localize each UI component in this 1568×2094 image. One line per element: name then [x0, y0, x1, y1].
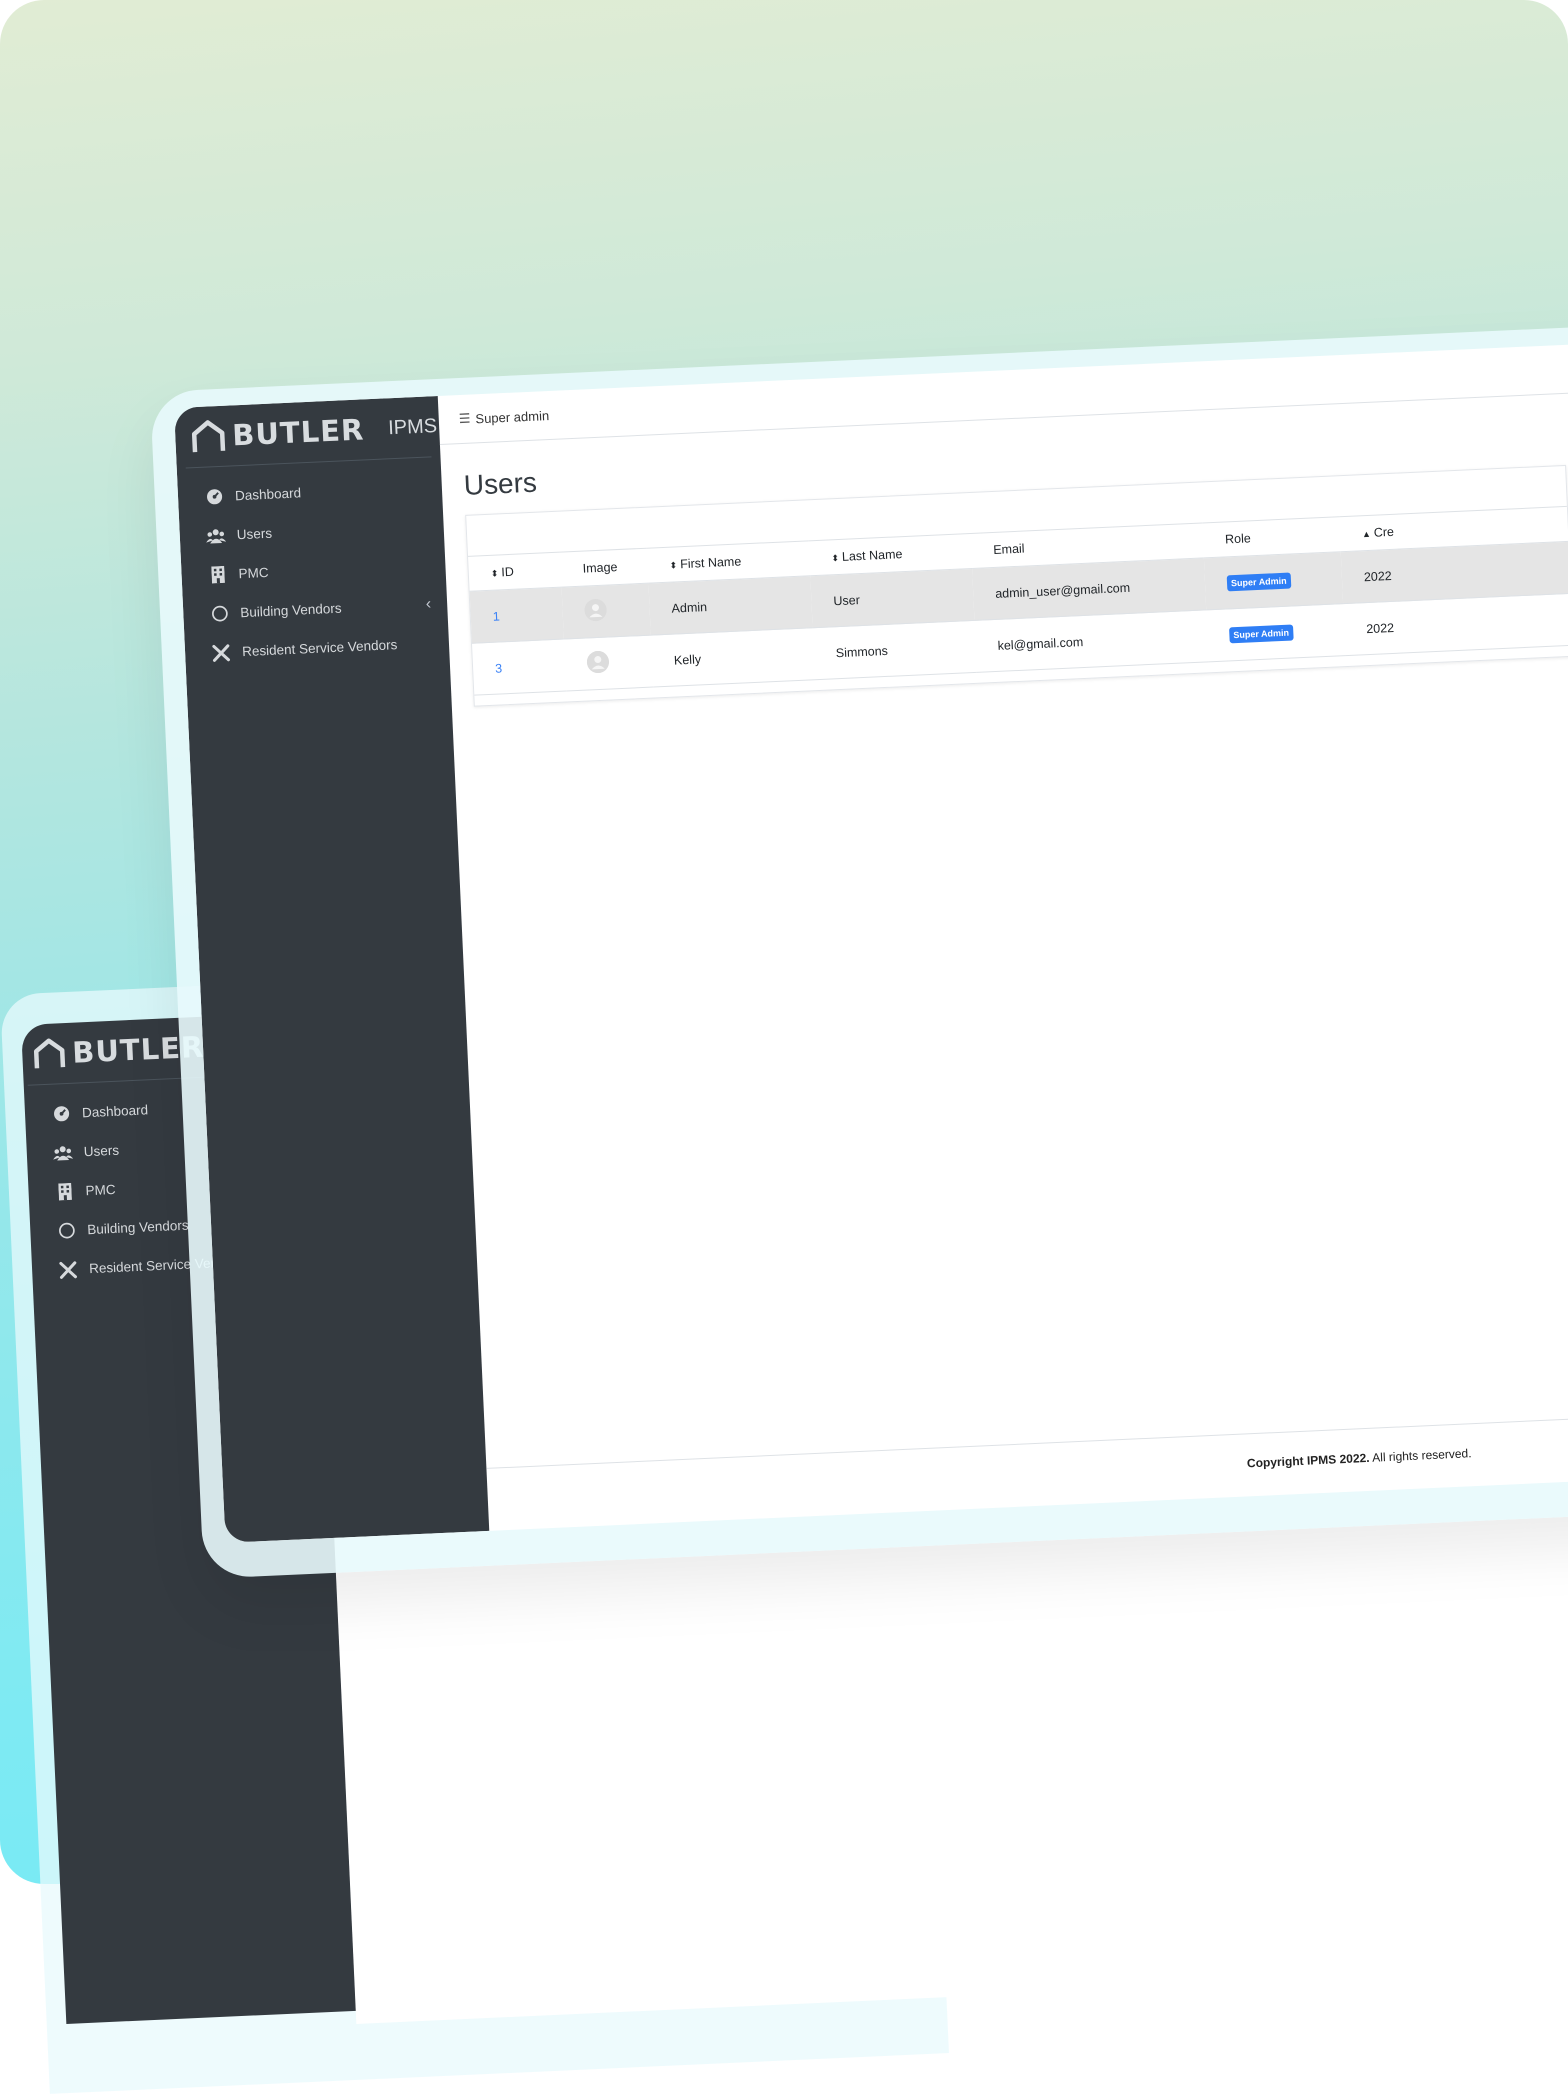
back-sidebar-item-label: Users: [83, 1142, 120, 1160]
cell-first-name: Kelly: [650, 627, 815, 688]
sidebar-item-label: Resident Service Vendors: [241, 637, 398, 660]
sort-icon: ⬍: [831, 552, 840, 564]
building-icon: [207, 564, 228, 585]
house-logo-icon: [32, 1037, 67, 1071]
user-id-link[interactable]: 1: [492, 609, 500, 623]
topbar-user-label[interactable]: Super admin: [475, 408, 549, 426]
users-table-card: ⬍ ID Image ⬍ First Name ⬍ Last Name Email R…: [465, 464, 1568, 707]
building-icon: [54, 1181, 75, 1202]
hamburger-menu-icon[interactable]: ☰: [458, 411, 470, 428]
users-icon: [205, 525, 227, 546]
sidebar: BUTLER IPMS Dashboard Users PMC Building…: [174, 396, 490, 1543]
cell-first-name: Admin: [648, 575, 813, 636]
cell-id[interactable]: 1: [469, 587, 564, 644]
cell-role: Super Admin: [1203, 551, 1344, 610]
brand-subtitle: IPMS: [387, 414, 438, 439]
house-logo-icon: [190, 419, 228, 455]
tools-icon: [58, 1259, 79, 1280]
app-window: BUTLER IPMS Dashboard Users PMC Building…: [174, 339, 1568, 1543]
sort-icon: ⬍: [490, 568, 499, 579]
copyright-bold: Copyright IPMS 2022.: [1246, 1450, 1370, 1471]
tools-icon: [211, 642, 232, 663]
back-sidebar-item-label: PMC: [85, 1181, 116, 1199]
cell-id[interactable]: 3: [471, 639, 567, 696]
column-header-image: Image: [559, 548, 649, 588]
sidebar-item-label: Dashboard: [234, 485, 302, 504]
chevron-left-icon[interactable]: ‹: [425, 595, 431, 613]
avatar: [584, 598, 608, 622]
cell-image: [563, 635, 654, 691]
cell-created: 2022: [1343, 593, 1568, 656]
user-id-link[interactable]: 3: [495, 661, 503, 675]
role-badge: Super Admin: [1226, 572, 1291, 591]
sort-icon: ⬍: [669, 560, 678, 571]
sort-up-icon: ▲: [1361, 528, 1372, 540]
cell-last-name: User: [810, 568, 975, 628]
back-sidebar-item-label: Dashboard: [81, 1102, 149, 1121]
sidebar-item-label: PMC: [238, 564, 269, 582]
sidebar-item-label: Building Vendors: [240, 600, 342, 621]
column-header-id[interactable]: ⬍ ID: [468, 552, 562, 592]
copyright-rest: All rights reserved.: [1369, 1446, 1472, 1465]
cell-email: kel@gmail.com: [974, 609, 1209, 673]
main-content: ☰ Super admin Users ⬍ ID Image ⬍ First Nam…: [437, 339, 1568, 1531]
users-icon: [52, 1142, 74, 1163]
back-sidebar-item-label: Building Vendors: [87, 1217, 189, 1238]
dashboard-icon: [51, 1103, 72, 1124]
cell-role: Super Admin: [1206, 603, 1346, 662]
brand-name: BUTLER: [231, 412, 365, 453]
circle-icon: [56, 1220, 77, 1241]
role-badge: Super Admin: [1229, 623, 1294, 643]
copyright-text: Copyright IPMS 2022. All rights reserved…: [1247, 1446, 1472, 1470]
avatar: [586, 650, 610, 674]
circle-icon: [209, 603, 230, 624]
sidebar-nav: Dashboard Users PMC Building Vendors ‹ R…: [177, 467, 450, 674]
users-table: ⬍ ID Image ⬍ First Name ⬍ Last Name Email R…: [468, 506, 1568, 696]
sidebar-item-label: Users: [236, 525, 273, 543]
cell-image: [561, 583, 651, 640]
brand[interactable]: BUTLER IPMS: [182, 396, 438, 469]
dashboard-icon: [204, 486, 225, 507]
cell-last-name: Simmons: [812, 620, 977, 680]
